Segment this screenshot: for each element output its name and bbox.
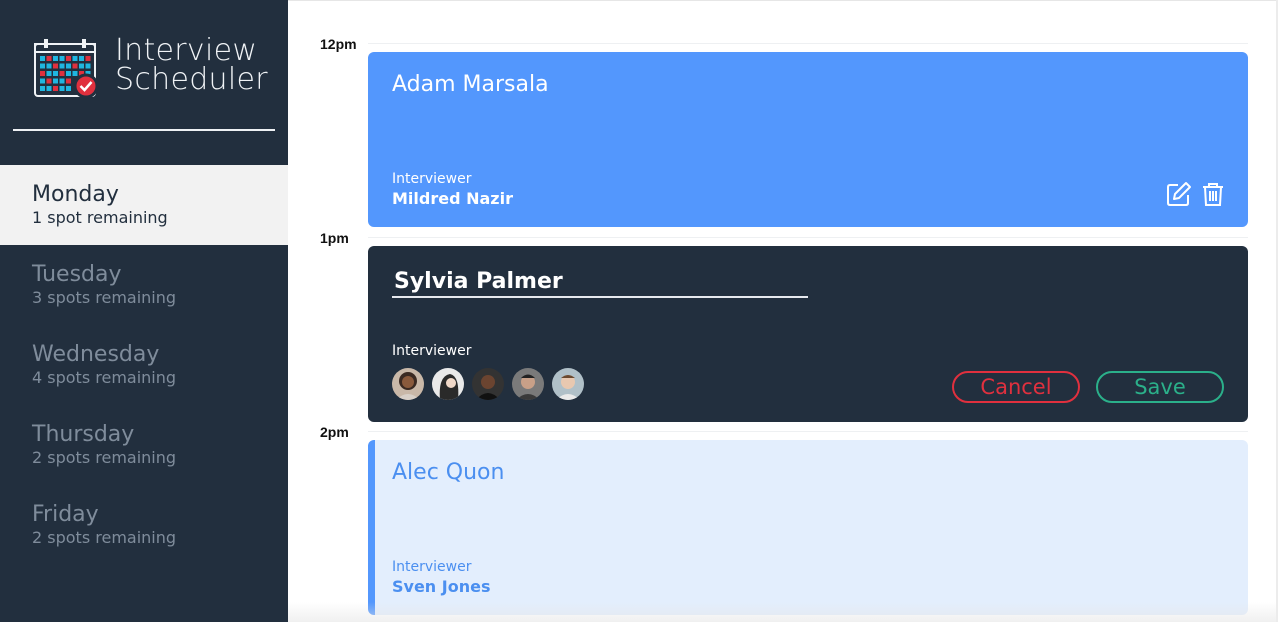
edit-icon[interactable] <box>1166 181 1192 207</box>
interviewer-name: Mildred Nazir <box>392 189 513 208</box>
day-spots: 3 spots remaining <box>32 288 177 307</box>
day-spots: 2 spots remaining <box>32 448 177 467</box>
day-spots: 1 spot remaining <box>32 208 168 227</box>
interviewer-avatar[interactable] <box>392 368 424 400</box>
interviewer-avatar[interactable] <box>432 368 464 400</box>
interviewer-name: Sven Jones <box>392 577 491 596</box>
day-item-friday[interactable]: Friday 2 spots remaining <box>0 485 288 565</box>
day-name: Tuesday <box>32 262 122 287</box>
day-name: Friday <box>32 502 99 527</box>
brand-divider <box>13 129 275 131</box>
interviewer-caption: Interviewer <box>392 343 472 359</box>
brand: Interview Scheduler <box>32 36 272 100</box>
day-spots: 4 spots remaining <box>32 368 177 387</box>
day-name: Thursday <box>32 422 135 447</box>
interviewer-avatar[interactable] <box>512 368 544 400</box>
app-title-line-2: Scheduler <box>115 62 268 97</box>
time-divider <box>368 237 1248 238</box>
day-spots: 2 spots remaining <box>32 528 177 547</box>
appointment-card-booked: Adam Marsala Interviewer Mildred Nazir <box>368 52 1248 227</box>
time-label-2pm: 2pm <box>320 424 349 440</box>
interviewer-avatar[interactable] <box>472 368 504 400</box>
day-item-thursday[interactable]: Thursday 2 spots remaining <box>0 405 288 485</box>
day-item-wednesday[interactable]: Wednesday 4 spots remaining <box>0 325 288 405</box>
student-name: Adam Marsala <box>392 72 549 97</box>
day-list: Monday 1 spot remaining Tuesday 3 spots … <box>0 165 288 565</box>
cancel-button[interactable]: Cancel <box>952 371 1080 403</box>
day-name: Monday <box>32 182 119 207</box>
time-label-1pm: 1pm <box>320 230 349 246</box>
save-button[interactable]: Save <box>1096 371 1224 403</box>
interviewer-caption: Interviewer <box>392 171 472 187</box>
day-item-tuesday[interactable]: Tuesday 3 spots remaining <box>0 245 288 325</box>
app-title-line-1: Interview <box>115 33 258 68</box>
interviewer-caption: Interviewer <box>392 559 472 575</box>
student-name-input[interactable] <box>392 266 808 298</box>
trash-icon[interactable] <box>1200 181 1226 207</box>
time-divider <box>368 431 1248 432</box>
schedule: 12pm 1pm 2pm Adam Marsala Interviewer Mi… <box>288 0 1278 622</box>
student-name: Alec Quon <box>392 460 505 485</box>
sidebar: Interview Scheduler Monday 1 spot remain… <box>0 0 288 622</box>
interviewer-avatar[interactable] <box>552 368 584 400</box>
app-title: Interview Scheduler <box>115 33 268 97</box>
day-item-monday[interactable]: Monday 1 spot remaining <box>0 165 288 245</box>
appointment-card-pending[interactable]: Alec Quon Interviewer Sven Jones <box>368 440 1248 615</box>
calendar-check-icon <box>34 39 99 99</box>
day-name: Wednesday <box>32 342 160 367</box>
time-divider <box>368 43 1248 44</box>
interviewer-list <box>392 368 584 400</box>
appointment-actions <box>1166 181 1226 207</box>
appointment-form: Interviewer <box>368 246 1248 422</box>
time-label-12pm: 12pm <box>320 36 357 52</box>
